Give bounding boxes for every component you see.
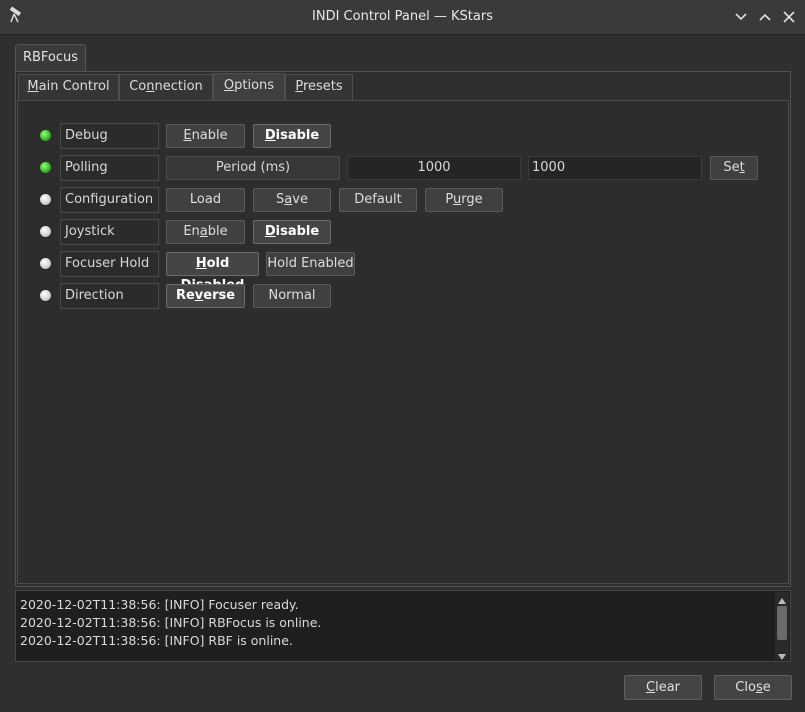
direction-normal-button[interactable]: Normal — [253, 284, 331, 308]
log-line: 2020-12-02T11:38:56: [INFO] RBFocus is o… — [20, 615, 322, 630]
joystick-disable-button[interactable]: Disable — [253, 220, 331, 244]
log-line: 2020-12-02T11:38:56: [INFO] RBF is onlin… — [20, 633, 293, 648]
direction-reverse-button[interactable]: Reverse — [166, 284, 245, 308]
direction-label: Direction — [60, 283, 159, 309]
debug-label: Debug — [60, 123, 159, 149]
configuration-label: Configuration — [60, 187, 159, 213]
joystick-enable-button[interactable]: Enable — [166, 220, 245, 244]
joystick-status-led — [40, 226, 51, 237]
close-button[interactable]: Close — [714, 675, 792, 700]
title-bar: INDI Control Panel — KStars — [0, 0, 805, 35]
polling-period-input[interactable]: 1000 — [528, 156, 702, 180]
config-save-button[interactable]: Save — [253, 188, 331, 212]
scroll-down-icon[interactable] — [777, 650, 787, 660]
tab-main-control[interactable]: Main Control — [18, 74, 119, 100]
focuser-hold-status-led — [40, 258, 51, 269]
scroll-up-icon[interactable] — [777, 594, 787, 604]
log-line: 2020-12-02T11:38:56: [INFO] Focuser read… — [20, 597, 299, 612]
polling-set-button[interactable]: Set — [710, 156, 758, 180]
config-default-button[interactable]: Default — [339, 188, 417, 212]
log-scrollbar[interactable] — [775, 592, 789, 660]
polling-status-led — [40, 162, 51, 173]
debug-disable-button[interactable]: Disable — [253, 124, 331, 148]
direction-status-led — [40, 290, 51, 301]
maximize-icon[interactable] — [756, 8, 774, 26]
message-log[interactable]: 2020-12-02T11:38:56: [INFO] Focuser read… — [15, 590, 791, 662]
device-tab-rbfocus[interactable]: RBFocus — [15, 44, 86, 72]
tab-options[interactable]: Options — [213, 73, 285, 100]
joystick-label: Joystick — [60, 219, 159, 245]
configuration-status-led — [40, 194, 51, 205]
config-load-button[interactable]: Load — [166, 188, 245, 212]
minimize-icon[interactable] — [732, 8, 750, 26]
polling-period-label: Period (ms) — [166, 156, 340, 180]
hold-enabled-button[interactable]: Hold Enabled — [266, 252, 355, 276]
close-icon[interactable] — [780, 8, 798, 26]
scroll-thumb[interactable] — [777, 606, 787, 640]
tab-connection[interactable]: Connection — [119, 74, 213, 100]
window-title: INDI Control Panel — KStars — [312, 9, 493, 24]
config-purge-button[interactable]: Purge — [425, 188, 503, 212]
debug-status-led — [40, 130, 51, 141]
focuser-hold-label: Focuser Hold — [60, 251, 159, 277]
clear-button[interactable]: Clear — [624, 675, 702, 700]
polling-current-value: 1000 — [347, 156, 521, 180]
hold-disabled-button[interactable]: Hold Disabled — [166, 252, 259, 293]
debug-enable-button[interactable]: Enable — [166, 124, 245, 148]
tab-presets[interactable]: Presets — [285, 74, 353, 100]
polling-label: Polling — [60, 155, 159, 181]
